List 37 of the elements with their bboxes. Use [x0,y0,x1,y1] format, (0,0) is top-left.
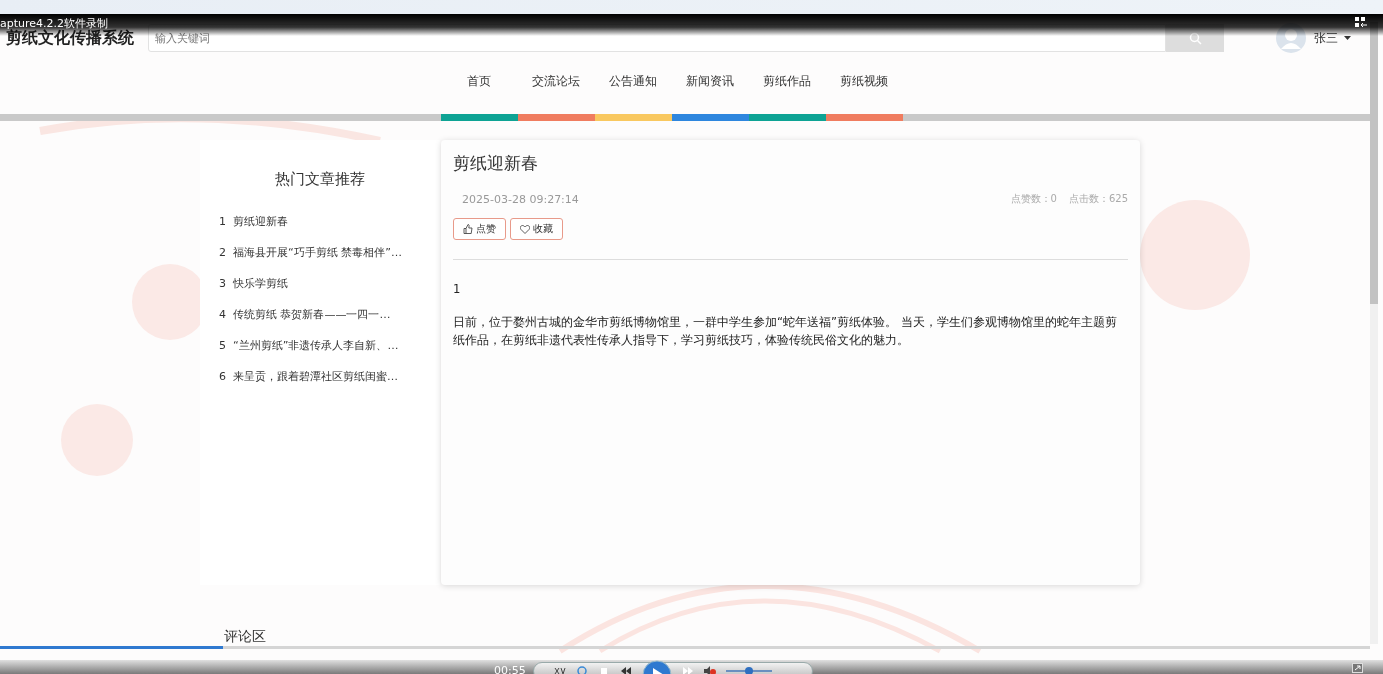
article-paragraph: 1 [453,281,462,298]
article-stat: 点赞数：0 [1010,192,1057,206]
article-paragraph: 日前，位于婺州古城的金华市剪纸博物馆里，一群中学生参加“蛇年送福”剪纸体验。 当天，学生们参观博物馆里的蛇年主题剪纸作品，在剪纸非遗代表性传承人指导下，学习剪纸技巧，体验传统民俗文化的魅力。 [453,314,1118,349]
article-link[interactable]: 4 传统剪纸 恭贺新春——一四一… [219,306,440,323]
article-title: 剪纸迎新春 [453,152,539,175]
nav-tab[interactable]: 新闻资讯 [671,62,749,121]
video-progress-track[interactable] [0,646,1370,649]
playback-time: 00:55 [494,664,526,674]
sidebar-title: 热门文章推荐 [274,169,366,190]
thumbs-up-icon [463,224,473,234]
nav-tab[interactable]: 剪纸作品 [748,62,826,121]
article-link[interactable]: 6 来呈贡，跟着碧潭社区剪纸闺蜜… [219,368,440,385]
rewind-icon[interactable] [620,666,632,674]
nav-tab[interactable]: 公告通知 [594,62,672,121]
search-button[interactable] [1166,24,1224,52]
article-date: 2025-03-28 09:27:14 [462,192,579,206]
avatar-icon[interactable] [1276,23,1306,53]
nav-tab[interactable]: 交流论坛 [517,62,595,121]
article-link[interactable]: 1 剪纸迎新春 [219,213,440,230]
fullscreen-icon[interactable] [1352,663,1363,673]
like-button[interactable]: 点赞 [453,218,506,240]
nav-tab[interactable]: 剪纸视频 [825,62,903,121]
heart-icon [520,224,530,234]
article-link[interactable]: 3 快乐学剪纸 [219,275,440,292]
mute-icon[interactable] [704,666,716,674]
article-stat: 点击数：625 [1068,192,1128,206]
nav-tab[interactable]: 首页 [440,62,518,121]
article-link[interactable]: 2 福海县开展“巧手剪纸 禁毒相伴”… [219,244,440,261]
search-icon [1188,31,1202,45]
recorder-label: apture4.2.2软件录制 [0,16,109,30]
user-menu[interactable]: 张三 [1314,29,1351,47]
grid-icon[interactable] [1355,17,1367,27]
favorite-button[interactable]: 收藏 [510,218,563,240]
repeat-icon[interactable] [576,666,588,674]
article-link[interactable]: 5 “兰州剪纸”非遗传承人李自新、… [219,337,440,354]
comments-heading: 评论区 [224,628,266,644]
search-field[interactable]: 输入关键词 [148,24,1166,52]
